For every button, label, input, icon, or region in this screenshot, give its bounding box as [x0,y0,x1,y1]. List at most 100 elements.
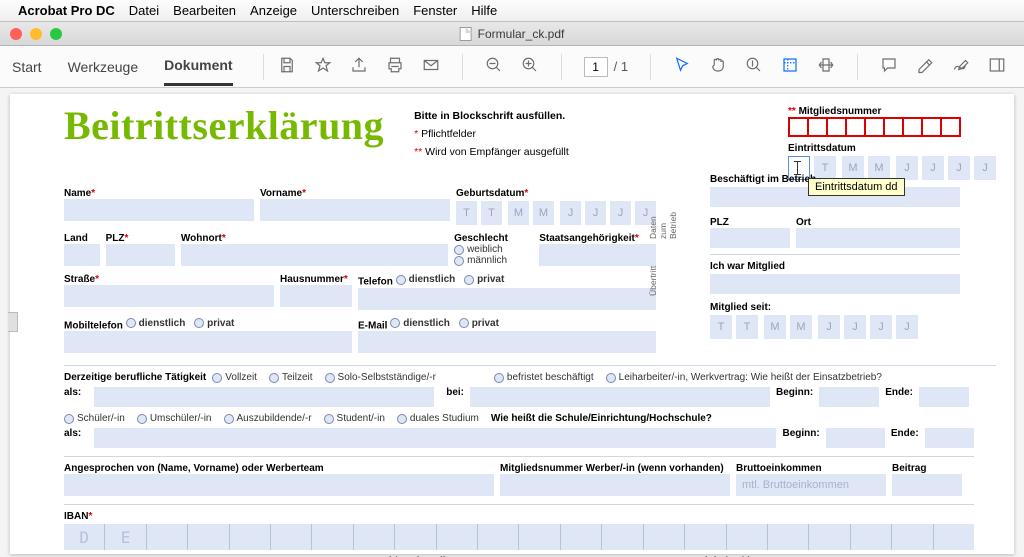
print-icon[interactable] [386,56,404,77]
r-ort-field[interactable] [796,228,960,248]
vollzeit-radio[interactable]: Vollzeit [212,372,257,383]
mac-app-name[interactable]: Acrobat Pro DC [18,3,115,18]
mobil-privat-radio[interactable]: privat [194,318,234,329]
als1-field[interactable] [94,387,434,407]
staatsangehoerigkeit-field[interactable] [539,244,656,266]
taetigkeit-label: Derzeitige berufliche Tätigkeit [64,372,206,383]
highlight-icon[interactable] [916,56,934,77]
document-title: Formular_ck.pdf [478,27,565,41]
telefon-field[interactable] [358,288,656,310]
form-title: Beitrittserklärung [64,102,384,149]
vside-daten-betrieb: Daten zum Betrieb [648,225,678,239]
geburtsdatum-field[interactable]: TT MM JJJJ [456,201,656,225]
telefon-label: Telefon [358,277,393,288]
email-icon[interactable] [422,56,440,77]
window-close-icon[interactable] [10,28,22,40]
umschueler-radio[interactable]: Umschüler/-in [137,413,212,424]
mac-menu-unterschreiben[interactable]: Unterschreiben [311,3,399,18]
form-instructions: Bitte in Blockschrift ausfüllen. * Pflic… [414,102,569,162]
strasse-field[interactable] [64,285,274,307]
email-privat-radio[interactable]: privat [459,318,499,329]
r-plz-field[interactable] [710,228,790,248]
tab-werkzeuge[interactable]: Werkzeuge [68,59,139,75]
mac-menu-bearbeiten[interactable]: Bearbeiten [173,3,236,18]
mgl-werber-field[interactable] [500,474,730,496]
dual-radio[interactable]: duales Studium [397,413,479,424]
schule-q-label: Wie heißt die Schule/Einrichtung/Hochsch… [491,413,712,424]
leiharbeiter-radio[interactable]: Leiharbeiter/-in, Werkvertrag: Wie heißt… [606,372,882,383]
beginn2-field[interactable] [826,428,885,448]
email-dienstlich-radio[interactable]: dienstlich [390,318,450,329]
als2-field[interactable] [94,428,777,448]
staatsangehoerigkeit-label: Staatsangehörigkeit [539,233,635,244]
email-field[interactable] [358,331,656,353]
schueler-radio[interactable]: Schüler/-in [64,413,125,424]
window-titlebar: Formular_ck.pdf [0,22,1024,46]
geburtsdatum-label: Geburtsdatum [456,188,524,199]
comment-icon[interactable] [880,56,898,77]
ende1-field[interactable] [919,387,969,407]
star-icon[interactable] [314,56,332,77]
r-ort-label: Ort [796,217,960,228]
mac-menubar: Acrobat Pro DC Datei Bearbeiten Anzeige … [0,0,1024,22]
mitgliedsnummer-cells[interactable] [788,117,996,137]
wohnort-field[interactable] [181,244,448,266]
tab-dokument[interactable]: Dokument [164,47,232,86]
mitglied-seit-field[interactable]: TT MM JJJJ [710,315,960,339]
iban-field[interactable]: DE [64,524,974,550]
fit-width-icon[interactable] [817,56,835,77]
teilzeit-radio[interactable]: Teilzeit [269,372,313,383]
document-viewport[interactable]: Beitrittserklärung Bitte in Blockschrift… [0,88,1024,557]
ende2-field[interactable] [925,428,974,448]
strasse-label: Straße [64,274,95,285]
share-icon[interactable] [350,56,368,77]
fit-page-icon[interactable] [781,56,799,77]
vorname-field[interactable] [260,199,450,221]
mac-menu-anzeige[interactable]: Anzeige [250,3,297,18]
tab-start[interactable]: Start [12,59,42,75]
plz-label: PLZ [106,233,125,244]
bei-field[interactable] [470,387,770,407]
wohnort-label: Wohnort [181,233,222,244]
side-panel-tab-icon[interactable] [8,312,18,332]
student-radio[interactable]: Student/-in [324,413,385,424]
zoom-out-icon[interactable] [485,56,503,77]
brutto-field[interactable]: mtl. Bruttoeinkommen [736,474,886,496]
mitglied-seit-label: Mitglied seit: [710,302,960,313]
beginn1-field[interactable] [819,387,879,407]
maennlich-radio[interactable]: männlich [454,255,527,266]
mobiltelefon-field[interactable] [64,331,352,353]
plz-field[interactable] [106,244,175,266]
land-field[interactable] [64,244,100,266]
pdf-file-icon [460,27,472,41]
ichwar-field[interactable] [710,274,960,294]
save-icon[interactable] [278,56,296,77]
solo-radio[interactable]: Solo-Selbstständige/-r [325,372,436,383]
panel-toggle-icon[interactable] [988,56,1006,77]
telefon-dienstlich-radio[interactable]: dienstlich [396,274,456,285]
mobil-dienstlich-radio[interactable]: dienstlich [126,318,186,329]
window-minimize-icon[interactable] [30,28,42,40]
beitrag-field[interactable] [892,474,962,496]
als1-label: als: [64,387,88,407]
mac-menu-datei[interactable]: Datei [129,3,159,18]
land-label: Land [64,233,100,244]
weiblich-radio[interactable]: weiblich [454,244,527,255]
sign-icon[interactable] [952,56,970,77]
befristet-radio[interactable]: befristet beschäftigt [494,372,594,383]
mac-menu-hilfe[interactable]: Hilfe [471,3,497,18]
zoom-marquee-icon[interactable] [745,56,763,77]
hausnummer-field[interactable] [280,285,352,307]
name-field[interactable] [64,199,254,221]
window-zoom-icon[interactable] [50,28,62,40]
geschlecht-label: Geschlecht [454,233,533,244]
telefon-privat-radio[interactable]: privat [464,274,504,285]
hand-tool-icon[interactable] [709,56,727,77]
zoom-in-icon[interactable] [521,56,539,77]
selection-tool-icon[interactable] [673,56,691,77]
ende1-label: Ende: [885,387,913,407]
azubi-radio[interactable]: Auszubildende/-r [224,413,312,424]
mac-menu-fenster[interactable]: Fenster [413,3,457,18]
page-number-input[interactable] [584,57,608,77]
angesprochen-field[interactable] [64,474,494,496]
